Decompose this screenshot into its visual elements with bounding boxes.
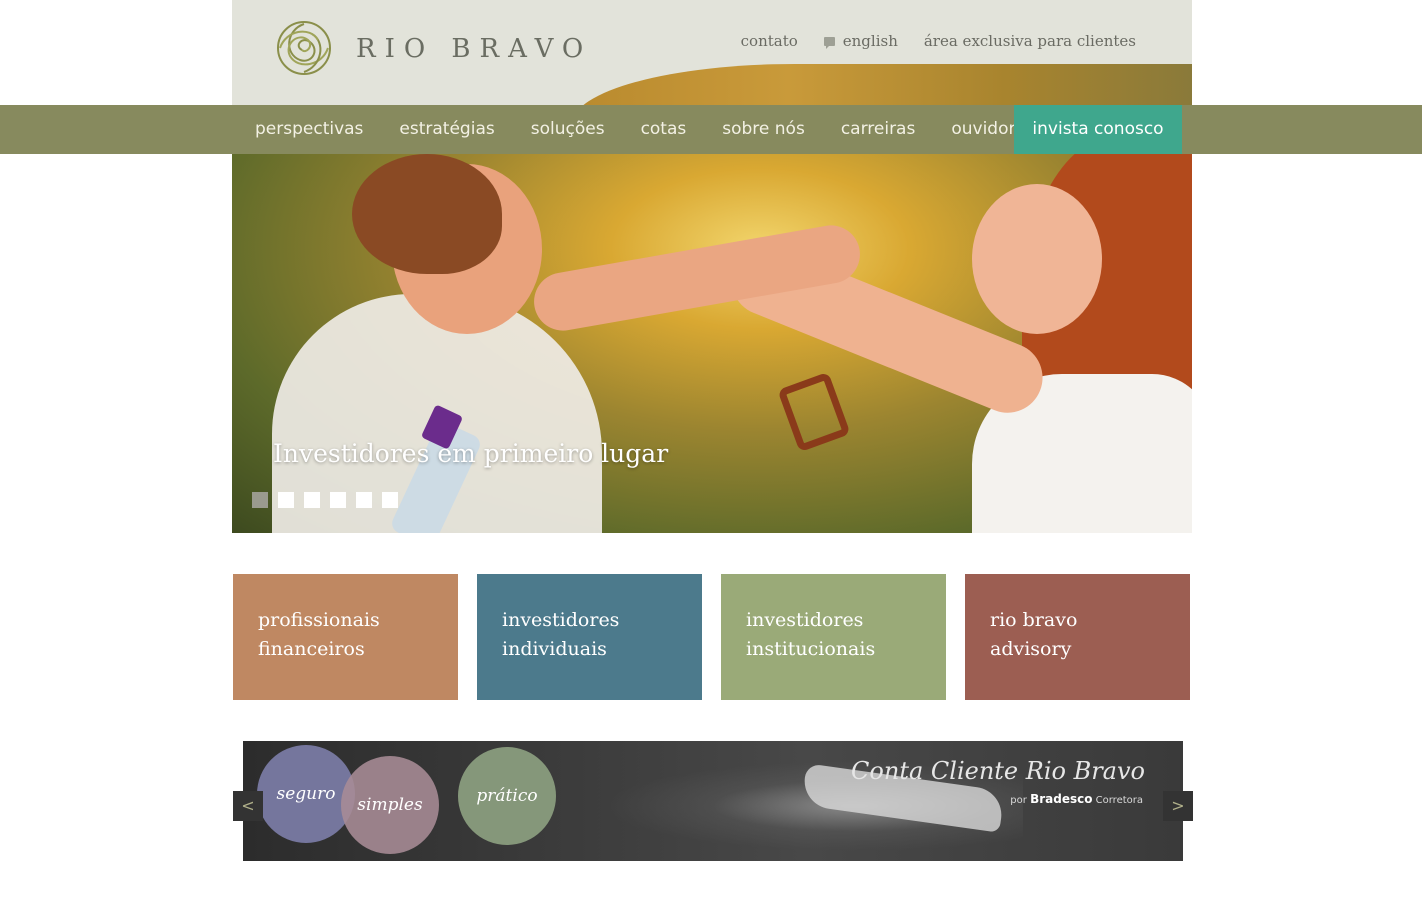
- tile-institutional-investors[interactable]: investidores institucionais: [721, 574, 946, 700]
- hero-caption: Investidores em primeiro lugar: [273, 439, 669, 468]
- hero-bracelet: [777, 371, 851, 453]
- slider-dot-1[interactable]: [252, 492, 268, 508]
- brand-name[interactable]: RIO BRAVO: [356, 34, 592, 64]
- banner-sub-suffix: Corretora: [1095, 795, 1143, 806]
- banner-sub-brand: Bradesco: [1030, 792, 1093, 806]
- slider-dot-6[interactable]: [382, 492, 398, 508]
- english-link-label: english: [842, 32, 898, 50]
- spiral-logo-icon[interactable]: [276, 20, 332, 76]
- hero-slider: Investidores em primeiro lugar: [232, 154, 1192, 533]
- circle-pratico: prático: [458, 747, 556, 845]
- audience-tiles: profissionais financeiros investidores i…: [233, 574, 1190, 700]
- carousel-next-button[interactable]: >: [1163, 791, 1193, 821]
- nav-item-estrategias[interactable]: estratégias: [381, 105, 512, 154]
- tile-line: financeiros: [258, 638, 365, 660]
- promo-banner[interactable]: seguro simples prático Conta Cliente Rio…: [243, 741, 1183, 861]
- nav-item-solucoes[interactable]: soluções: [513, 105, 623, 154]
- tile-line: institucionais: [746, 638, 876, 660]
- promo-carousel: seguro simples prático Conta Cliente Rio…: [233, 741, 1193, 861]
- tile-line: rio bravo: [990, 609, 1078, 631]
- nav-item-carreiras[interactable]: carreiras: [823, 105, 934, 154]
- circle-seguro: seguro: [257, 745, 355, 843]
- slider-dot-3[interactable]: [304, 492, 320, 508]
- circle-simples: simples: [341, 756, 439, 854]
- top-links: contato english área exclusiva para clie…: [741, 32, 1136, 50]
- speech-bubble-icon: [823, 36, 835, 49]
- banner-title: Conta Cliente Rio Bravo: [851, 757, 1145, 785]
- tile-financial-professionals[interactable]: profissionais financeiros: [233, 574, 458, 700]
- tile-individual-investors[interactable]: investidores individuais: [477, 574, 702, 700]
- tile-line: advisory: [990, 638, 1072, 660]
- hero-woman-face: [972, 184, 1102, 334]
- client-area-link-label: área exclusiva para clientes: [923, 32, 1136, 50]
- main-nav: perspectivas estratégias soluções cotas …: [232, 105, 1192, 154]
- header-photo-strip: [572, 64, 1192, 105]
- tile-advisory[interactable]: rio bravo advisory: [965, 574, 1190, 700]
- english-link[interactable]: english: [823, 32, 898, 50]
- tile-line: investidores: [502, 609, 620, 631]
- invest-button[interactable]: invista conosco: [1014, 105, 1182, 154]
- contact-link-label: contato: [740, 32, 798, 50]
- nav-item-sobre-nos[interactable]: sobre nós: [704, 105, 823, 154]
- header: RIO BRAVO contato english área exclusiva…: [232, 0, 1192, 105]
- tile-line: profissionais: [258, 609, 380, 631]
- hero-boy-hair: [352, 154, 502, 274]
- client-area-link[interactable]: área exclusiva para clientes: [924, 32, 1136, 50]
- banner-sub-prefix: por: [1010, 795, 1027, 806]
- slider-dots: [252, 492, 398, 508]
- contact-link[interactable]: contato: [741, 32, 798, 50]
- tile-line: investidores: [746, 609, 864, 631]
- nav-item-perspectivas[interactable]: perspectivas: [232, 105, 381, 154]
- slider-dot-4[interactable]: [330, 492, 346, 508]
- tile-line: individuais: [502, 638, 607, 660]
- slider-dot-2[interactable]: [278, 492, 294, 508]
- banner-subtitle: por Bradesco Corretora: [1010, 792, 1143, 806]
- slider-dot-5[interactable]: [356, 492, 372, 508]
- nav-item-cotas[interactable]: cotas: [623, 105, 705, 154]
- carousel-prev-button[interactable]: <: [233, 791, 263, 821]
